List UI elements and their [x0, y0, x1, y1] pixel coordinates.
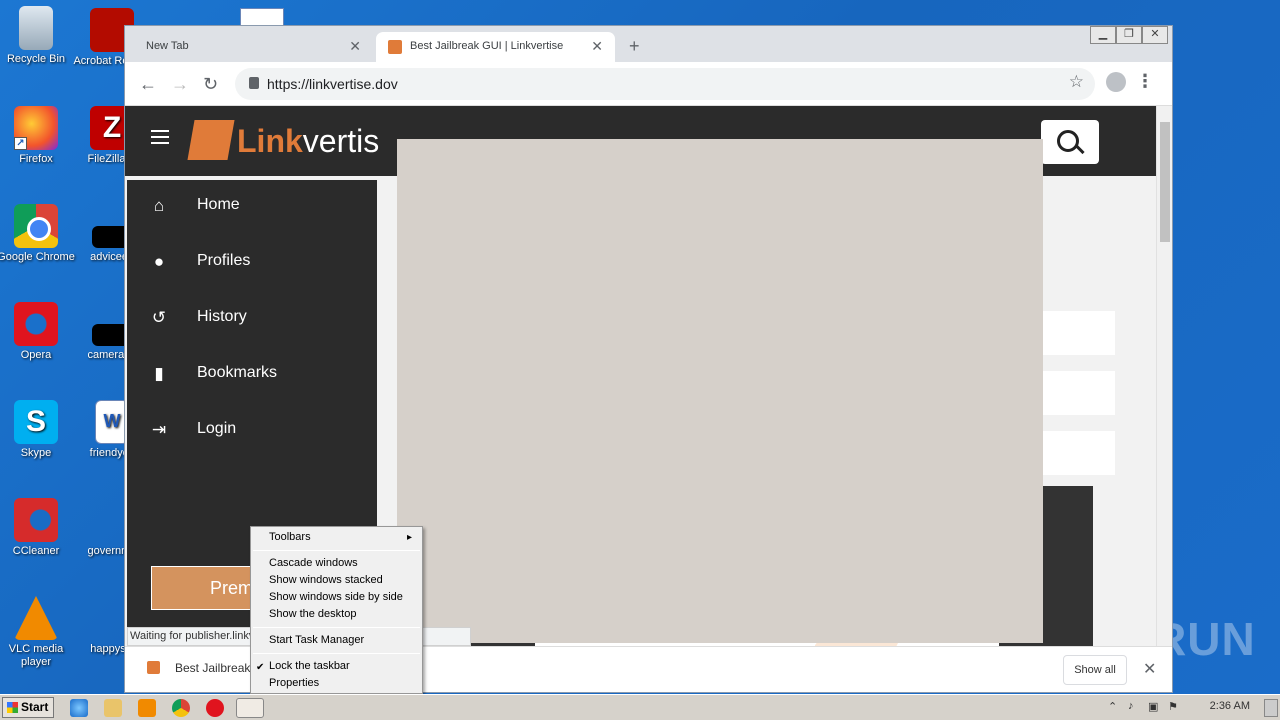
menu-item-start-task-manager[interactable]: Start Task Manager — [269, 632, 364, 649]
ccleaner-icon — [14, 498, 58, 542]
person-icon: ● — [153, 252, 165, 271]
hamburger-menu-icon[interactable] — [151, 130, 169, 148]
menu-separator — [253, 550, 420, 551]
tray-expand-icon[interactable]: ⌃ — [1108, 700, 1117, 713]
folder-icon[interactable] — [104, 699, 122, 717]
nav-item-login[interactable]: ⇥ Login — [127, 410, 377, 450]
menu-item-properties[interactable]: Properties — [269, 675, 319, 692]
close-tab-icon[interactable]: ✕ — [591, 32, 603, 60]
site-logo-text[interactable]: Linkvertis — [237, 123, 379, 160]
taskbar: Start ⌃ ♪ ▣ ⚑ 2:36 AM — [0, 694, 1280, 720]
browser-toolbar: ← → ↻ https://linkvertise.dov ☆ ⋮ — [125, 62, 1172, 106]
nav-item-home[interactable]: ⌂ Home — [127, 186, 377, 226]
back-arrow-icon[interactable]: ← — [139, 74, 157, 94]
bookmark-icon: ▮ — [154, 364, 164, 383]
network-icon[interactable]: ▣ — [1148, 700, 1158, 713]
show-all-button[interactable]: Show all — [1063, 655, 1127, 685]
desktop-icon-ccleaner[interactable]: CCleaner — [0, 498, 76, 558]
nav-item-profiles[interactable]: ● Profiles — [127, 242, 377, 282]
menu-item-toolbars[interactable]: Toolbars — [269, 529, 411, 546]
search-icon[interactable] — [1041, 120, 1099, 164]
forward-arrow-icon[interactable]: → — [171, 74, 189, 94]
close-tab-icon[interactable]: ✕ — [349, 32, 361, 60]
linkvertise-taskbar-button[interactable] — [236, 698, 264, 718]
chrome-taskbar-icon[interactable] — [172, 699, 190, 717]
firefox-icon: ↗ — [14, 106, 58, 150]
address-bar[interactable]: https://linkvertise.dov — [235, 68, 1095, 100]
menu-item-show-desktop[interactable]: Show the desktop — [269, 606, 356, 623]
menu-separator — [253, 627, 420, 628]
scrollbar-thumb[interactable] — [1160, 122, 1170, 242]
home-icon: ⌂ — [153, 196, 165, 215]
volume-icon[interactable]: ♪ — [1128, 700, 1134, 712]
content-card[interactable] — [1037, 311, 1115, 355]
opera-taskbar-icon[interactable] — [206, 699, 224, 717]
recycle-bin-icon — [19, 6, 53, 50]
system-tray: ⌃ ♪ ▣ ⚑ 2:36 AM — [1100, 696, 1280, 719]
profile-avatar-icon[interactable] — [1106, 72, 1126, 92]
login-icon: ⇥ — [151, 420, 167, 439]
lock-icon — [249, 77, 259, 89]
menu-item-lock-taskbar[interactable]: Lock the taskbar — [269, 658, 350, 675]
menu-item-show-windows-stacked[interactable]: Show windows stacked — [269, 572, 383, 589]
content-card[interactable] — [1037, 371, 1115, 415]
desktop-icon-recycle-bin[interactable]: Recycle Bin — [0, 6, 76, 66]
show-desktop-button[interactable] — [1264, 699, 1278, 717]
bookmark-star-icon[interactable]: ☆ — [1069, 72, 1084, 92]
chrome-icon — [14, 204, 58, 248]
opera-icon — [14, 302, 58, 346]
word-document-icon[interactable] — [240, 8, 284, 26]
desktop-icon-firefox[interactable]: ↗ Firefox — [0, 106, 76, 166]
page-scrollbar[interactable] — [1156, 106, 1172, 672]
checkmark-icon: ✔ — [256, 662, 265, 673]
menu-item-show-windows-side-by-side[interactable]: Show windows side by side — [269, 589, 403, 606]
blank-overlay — [397, 139, 1043, 643]
close-download-shelf-icon[interactable]: ✕ — [1143, 659, 1156, 679]
url-text: https://linkvertise.dov — [267, 76, 398, 92]
internet-explorer-icon[interactable] — [70, 699, 88, 717]
menu-kebab-icon[interactable]: ⋮ — [1136, 71, 1154, 92]
flag-icon[interactable]: ⚑ — [1168, 700, 1178, 713]
content-card[interactable] — [1037, 431, 1115, 475]
desktop-icon-skype[interactable]: S Skype — [0, 400, 76, 460]
history-icon: ↺ — [151, 308, 167, 327]
taskbar-context-menu: Toolbars Cascade windows Show windows st… — [250, 526, 423, 694]
media-player-icon[interactable] — [138, 699, 156, 717]
tab-linkvertise[interactable]: Best Jailbreak GUI | Linkvertise ✕ — [376, 32, 615, 62]
start-button[interactable]: Start — [2, 697, 54, 718]
linkvertise-favicon-icon — [147, 661, 160, 674]
linkvertise-favicon-icon — [388, 40, 402, 54]
menu-separator — [253, 653, 420, 654]
tab-new-tab[interactable]: New Tab ✕ — [125, 32, 373, 62]
linkvertise-logo-icon[interactable] — [187, 120, 235, 160]
desktop-icon-google-chrome[interactable]: Google Chrome — [0, 204, 76, 264]
download-item[interactable]: Best Jailbreak — [147, 661, 250, 675]
desktop-icon-vlc[interactable]: VLC media player — [0, 596, 76, 669]
menu-item-cascade-windows[interactable]: Cascade windows — [269, 555, 358, 572]
skype-icon: S — [14, 400, 58, 444]
tab-strip: New Tab ✕ Best Jailbreak GUI | Linkverti… — [125, 32, 1172, 62]
nav-item-bookmarks[interactable]: ▮ Bookmarks — [127, 354, 377, 394]
nav-item-history[interactable]: ↺ History — [127, 298, 377, 338]
clock[interactable]: 2:36 AM — [1210, 700, 1250, 712]
new-tab-button[interactable]: + — [629, 32, 640, 60]
desktop-icon-opera[interactable]: Opera — [0, 302, 76, 362]
reload-icon[interactable]: ↻ — [203, 74, 218, 94]
vlc-icon — [14, 596, 58, 640]
